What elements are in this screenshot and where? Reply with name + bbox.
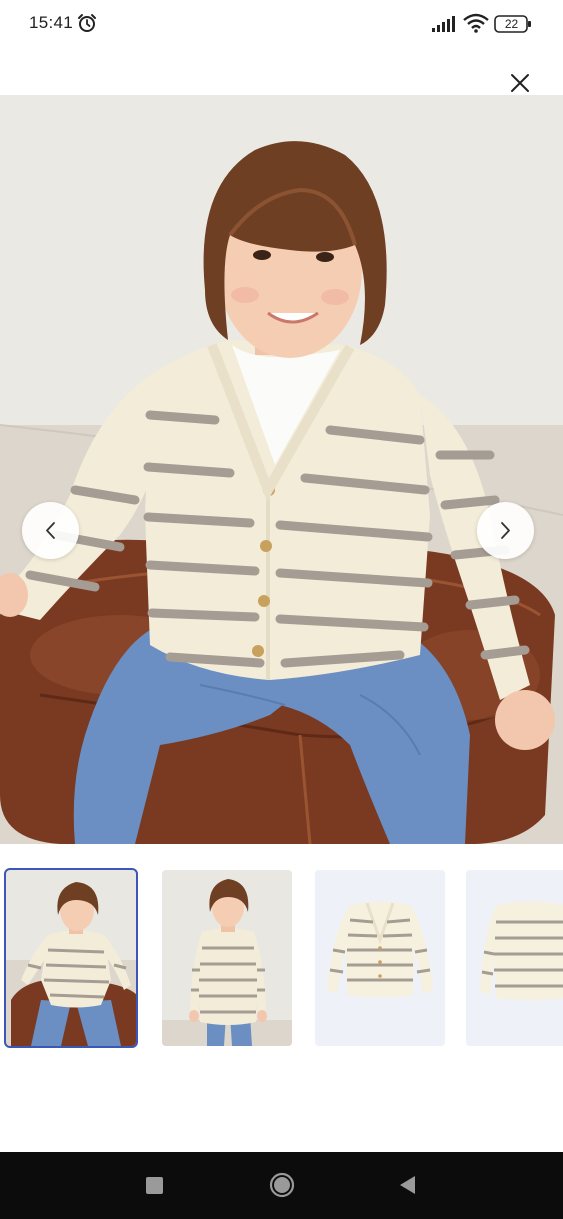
status-time: 15:41 (29, 13, 74, 32)
thumbnail-cardigan-front[interactable] (315, 870, 445, 1046)
system-nav-bar (0, 1152, 563, 1219)
alarm-icon (78, 14, 96, 32)
signal-icon (432, 16, 455, 32)
thumbnail-cardigan-back[interactable] (466, 870, 563, 1046)
main-product-image[interactable] (0, 95, 563, 844)
status-bar: 15:41 22 (0, 0, 563, 50)
thumbnail-standing-child[interactable] (162, 870, 292, 1046)
chevron-left-icon (46, 522, 55, 539)
battery-level: 22 (504, 17, 519, 31)
main-photo (0, 95, 563, 844)
back-icon[interactable] (397, 1174, 417, 1196)
previous-image-button[interactable] (22, 502, 79, 559)
recent-apps-icon[interactable] (146, 1177, 163, 1194)
thumbnail-seated-child[interactable] (4, 868, 138, 1048)
home-icon[interactable] (269, 1172, 295, 1198)
thumbnail-strip[interactable] (0, 868, 563, 1050)
next-image-button[interactable] (477, 502, 534, 559)
wifi-icon (463, 13, 489, 33)
chevron-right-icon (501, 522, 510, 539)
